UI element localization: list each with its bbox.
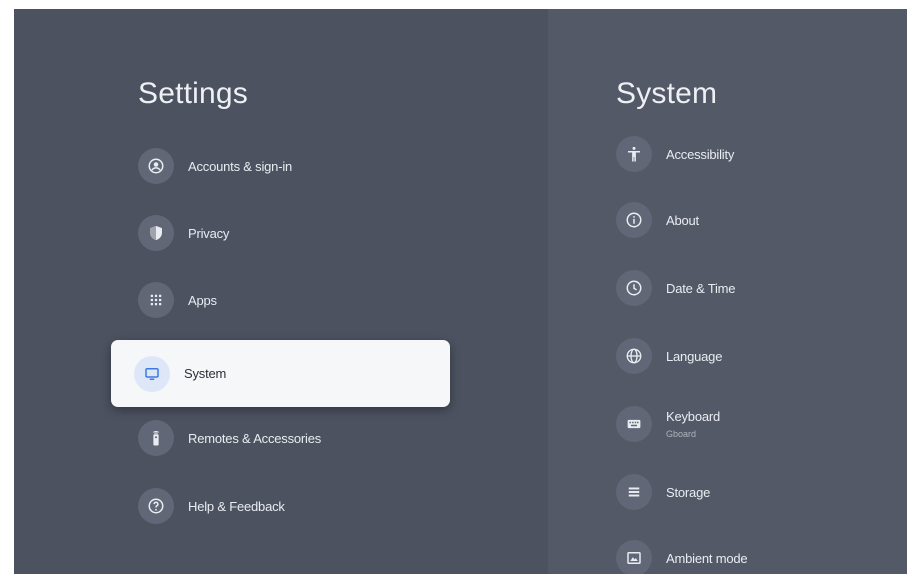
system-item-about[interactable]: About xyxy=(616,202,699,238)
menu-item-help[interactable]: Help & Feedback xyxy=(138,488,285,524)
menu-item-apps[interactable]: Apps xyxy=(138,282,217,318)
system-item-label: About xyxy=(666,212,699,228)
menu-item-label: Help & Feedback xyxy=(188,498,285,514)
remote-icon xyxy=(138,420,174,456)
system-item-label: Keyboard xyxy=(666,409,721,424)
settings-title: Settings xyxy=(138,77,248,110)
system-item-label: Language xyxy=(666,348,723,364)
info-icon xyxy=(616,202,652,238)
account-circle-icon xyxy=(138,148,174,184)
menu-item-label: Privacy xyxy=(188,225,230,241)
system-item-sublabel: Gboard xyxy=(666,429,697,439)
system-item-label: Accessibility xyxy=(666,146,735,162)
help-icon xyxy=(138,488,174,524)
globe-icon xyxy=(616,338,652,374)
menu-item-privacy[interactable]: Privacy xyxy=(138,215,229,251)
apps-grid-icon xyxy=(138,282,174,318)
menu-item-label: Remotes & Accessories xyxy=(188,430,322,446)
clock-icon xyxy=(616,270,652,306)
keyboard-icon xyxy=(616,406,652,442)
ambient-mode-icon xyxy=(616,540,652,574)
menu-item-label: Apps xyxy=(188,292,217,308)
tv-settings-screen: Settings Accounts & sign-in Privacy Apps… xyxy=(14,9,907,574)
shield-icon xyxy=(138,215,174,251)
system-item-ambient-mode[interactable]: Ambient mode xyxy=(616,540,748,574)
menu-item-label: Accounts & sign-in xyxy=(188,158,293,174)
system-item-label: Storage xyxy=(666,484,711,500)
accessibility-icon xyxy=(616,136,652,172)
system-item-label: Date & Time xyxy=(666,280,736,296)
system-item-date-time[interactable]: Date & Time xyxy=(616,270,736,306)
system-item-label: Ambient mode xyxy=(666,550,748,566)
system-item-keyboard[interactable]: Keyboard Gboard xyxy=(616,406,720,442)
tv-icon xyxy=(134,355,170,392)
menu-item-accounts[interactable]: Accounts & sign-in xyxy=(138,148,292,184)
system-panel: System Accessibility About Date & Time L… xyxy=(548,9,907,574)
system-item-storage[interactable]: Storage xyxy=(616,474,710,510)
menu-item-system-selected[interactable]: System xyxy=(111,340,450,407)
storage-icon xyxy=(616,474,652,510)
system-title: System xyxy=(616,77,718,110)
menu-item-remotes[interactable]: Remotes & Accessories xyxy=(138,420,321,456)
system-item-accessibility[interactable]: Accessibility xyxy=(616,136,734,172)
system-item-language[interactable]: Language xyxy=(616,338,722,374)
menu-item-label: System xyxy=(184,366,227,381)
